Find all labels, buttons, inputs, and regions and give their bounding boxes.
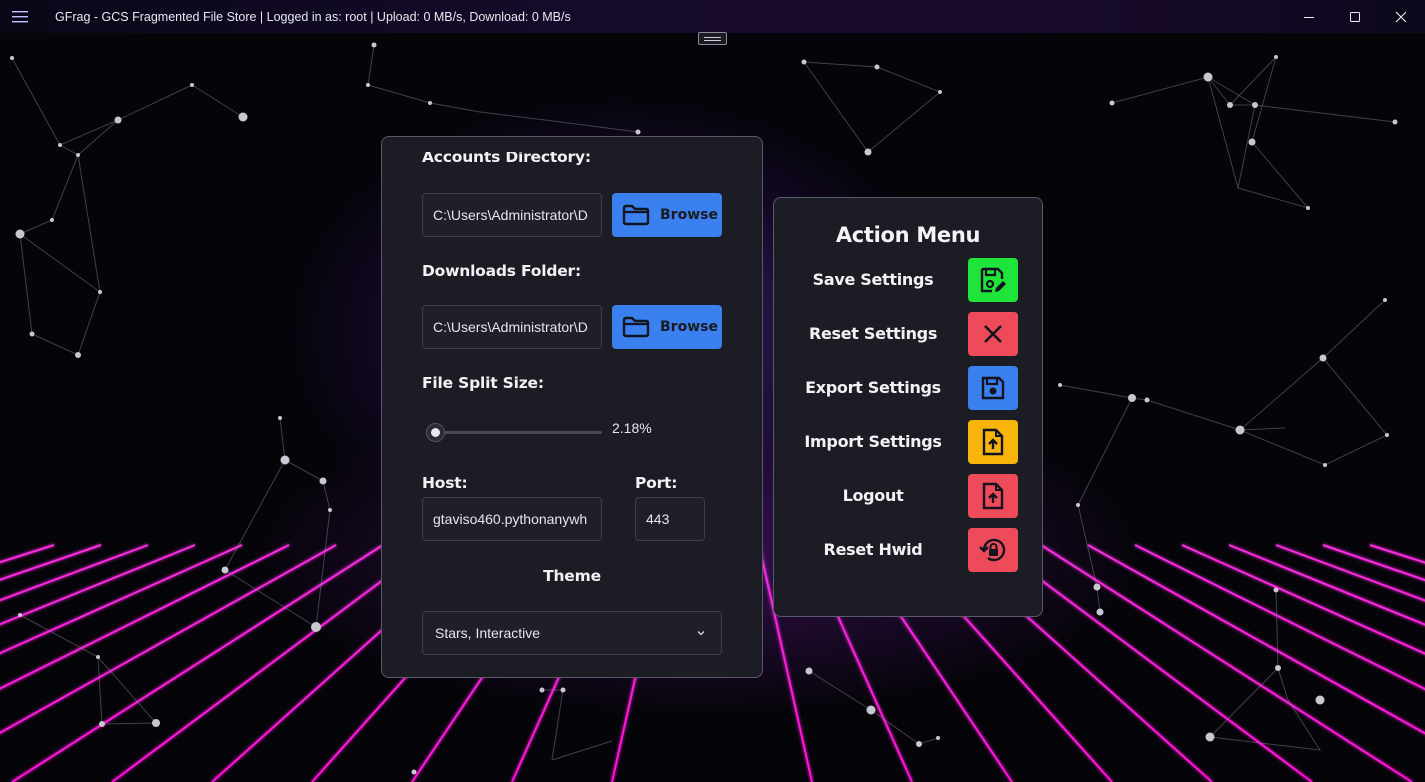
browse-label: Browse: [660, 207, 718, 223]
drag-handle[interactable]: [698, 32, 727, 45]
reset-hwid-label: Reset Hwid: [823, 540, 923, 559]
lock-reset-icon: [979, 538, 1006, 562]
maximize-icon: [1350, 11, 1360, 22]
file-split-size-label: File Split Size:: [422, 374, 544, 392]
chevron-down-icon: [695, 626, 707, 642]
port-label: Port:: [635, 474, 678, 492]
file-upload-icon: [982, 482, 1004, 510]
minimize-icon: [1304, 16, 1314, 18]
host-input[interactable]: gtaviso460.pythonanywh: [422, 497, 602, 541]
folder-icon: [622, 316, 650, 338]
action-menu-title: Action Menu: [835, 223, 981, 247]
reset-hwid-button[interactable]: [968, 528, 1018, 572]
port-input[interactable]: 443: [635, 497, 705, 541]
close-icon: [1395, 11, 1407, 22]
floppy-icon: [981, 376, 1005, 400]
minimize-button[interactable]: [1286, 0, 1332, 33]
downloads-folder-label: Downloads Folder:: [422, 262, 581, 280]
save-settings-label: Save Settings: [812, 270, 934, 289]
reset-settings-label: Reset Settings: [808, 324, 938, 343]
save-settings-button[interactable]: [968, 258, 1018, 302]
downloads-folder-input[interactable]: C:\Users\Administrator\D: [422, 305, 602, 349]
import-settings-button[interactable]: [968, 420, 1018, 464]
theme-selected-value: Stars, Interactive: [435, 625, 541, 641]
host-label: Host:: [422, 474, 468, 492]
window-title: GFrag - GCS Fragmented File Store | Logg…: [55, 9, 571, 24]
logout-button[interactable]: [968, 474, 1018, 518]
maximize-button[interactable]: [1332, 0, 1378, 33]
export-settings-label: Export Settings: [805, 378, 941, 397]
logout-label: Logout: [842, 486, 904, 505]
save-edit-icon: [980, 267, 1006, 293]
export-settings-button[interactable]: [968, 366, 1018, 410]
hamburger-menu-icon[interactable]: [0, 0, 40, 33]
accounts-directory-input[interactable]: C:\Users\Administrator\D: [422, 193, 602, 237]
title-bar: GFrag - GCS Fragmented File Store | Logg…: [0, 0, 1425, 33]
import-settings-label: Import Settings: [804, 432, 942, 451]
downloads-browse-button[interactable]: Browse: [612, 305, 722, 349]
close-icon: [984, 325, 1002, 343]
close-window-button[interactable]: [1378, 0, 1424, 33]
file-upload-icon: [982, 428, 1004, 456]
split-size-value: 2.18%: [612, 420, 652, 436]
folder-icon: [622, 204, 650, 226]
theme-select[interactable]: Stars, Interactive: [422, 611, 722, 655]
reset-settings-button[interactable]: [968, 312, 1018, 356]
theme-label: Theme: [543, 567, 601, 585]
split-size-slider-track[interactable]: [432, 431, 602, 434]
accounts-browse-button[interactable]: Browse: [612, 193, 722, 237]
browse-label: Browse: [660, 319, 718, 335]
